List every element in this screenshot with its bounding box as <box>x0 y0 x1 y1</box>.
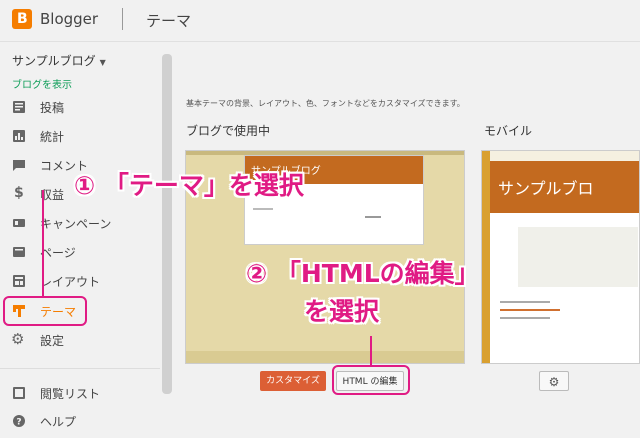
sidebar-item-label: 閲覧リスト <box>40 387 101 401</box>
earnings-icon: $ <box>14 185 24 201</box>
sidebar-item-layout[interactable]: レイアウト <box>0 268 160 296</box>
header-divider <box>122 8 123 30</box>
step1-annotation: ① 「テーマ」を選択 <box>74 171 304 200</box>
campaigns-icon <box>13 219 25 227</box>
step2-connector <box>370 336 372 365</box>
svg-text:?: ? <box>16 418 21 428</box>
sidebar-item-campaigns[interactable]: キャンペーン <box>0 210 160 238</box>
pages-icon <box>13 247 25 257</box>
theme-description: 基本テーマの背景、レイアウト、色、フォントなどをカスタマイズできます。 <box>186 99 465 108</box>
sidebar-item-settings[interactable]: ⚙ 設定 <box>0 327 160 355</box>
sidebar-item-label: レイアウト <box>40 275 101 289</box>
sidebar-item-help[interactable]: ? ヘルプ <box>0 408 160 436</box>
sidebar-item-label: ページ <box>40 246 76 260</box>
mobile-settings-gear-icon[interactable]: ⚙ <box>539 371 569 391</box>
step2-annotation-line1: ② 「HTMLの編集」 <box>246 259 480 288</box>
sidebar-item-label: キャンペーン <box>40 217 112 231</box>
sidebar-scrollbar[interactable] <box>162 54 172 394</box>
mobile-theme-preview[interactable]: サンプルブロ <box>481 150 640 364</box>
app-header: B Blogger テーマ <box>0 0 640 42</box>
layout-icon <box>13 275 25 287</box>
page-title: テーマ <box>146 12 192 30</box>
settings-icon: ⚙ <box>11 330 25 348</box>
sidebar-item-label: 設定 <box>40 334 65 348</box>
edit-html-highlight-box <box>332 365 410 395</box>
step2-annotation-line2: を選択 <box>304 297 380 326</box>
reading-list-icon <box>13 387 25 399</box>
blogger-logo-icon[interactable]: B <box>12 9 32 29</box>
mobile-preview-title: サンプルブロ <box>498 179 594 198</box>
sidebar-item-stats[interactable]: 統計 <box>0 123 160 151</box>
sidebar: サンプルブログ ▼ ブログを表示 投稿 統計 コメント $ 収益 キャンペーン ペ… <box>0 42 176 438</box>
sidebar-item-label: ヘルプ <box>40 415 77 429</box>
view-blog-link[interactable]: ブログを表示 <box>12 76 72 91</box>
mobile-theme-label: モバイル <box>484 124 533 138</box>
sidebar-item-label: 統計 <box>40 130 65 144</box>
caret-down-icon: ▼ <box>99 58 106 67</box>
sidebar-item-pages[interactable]: ページ <box>0 239 160 267</box>
desktop-theme-label: ブログで使用中 <box>186 124 271 138</box>
theme-highlight-box <box>3 296 87 326</box>
sidebar-item-posts[interactable]: 投稿 <box>0 94 160 122</box>
help-icon: ? <box>13 415 25 428</box>
step1-connector <box>42 190 44 296</box>
brand-name: Blogger <box>40 10 99 28</box>
sidebar-item-label: 投稿 <box>40 101 65 115</box>
blog-selector[interactable]: サンプルブログ ▼ <box>12 52 106 69</box>
stats-icon <box>13 130 25 142</box>
sidebar-divider <box>0 368 160 369</box>
sidebar-item-reading-list[interactable]: 閲覧リスト <box>0 380 160 408</box>
posts-icon <box>13 101 25 113</box>
customize-button[interactable]: カスタマイズ <box>260 371 326 391</box>
comments-icon <box>13 160 25 171</box>
